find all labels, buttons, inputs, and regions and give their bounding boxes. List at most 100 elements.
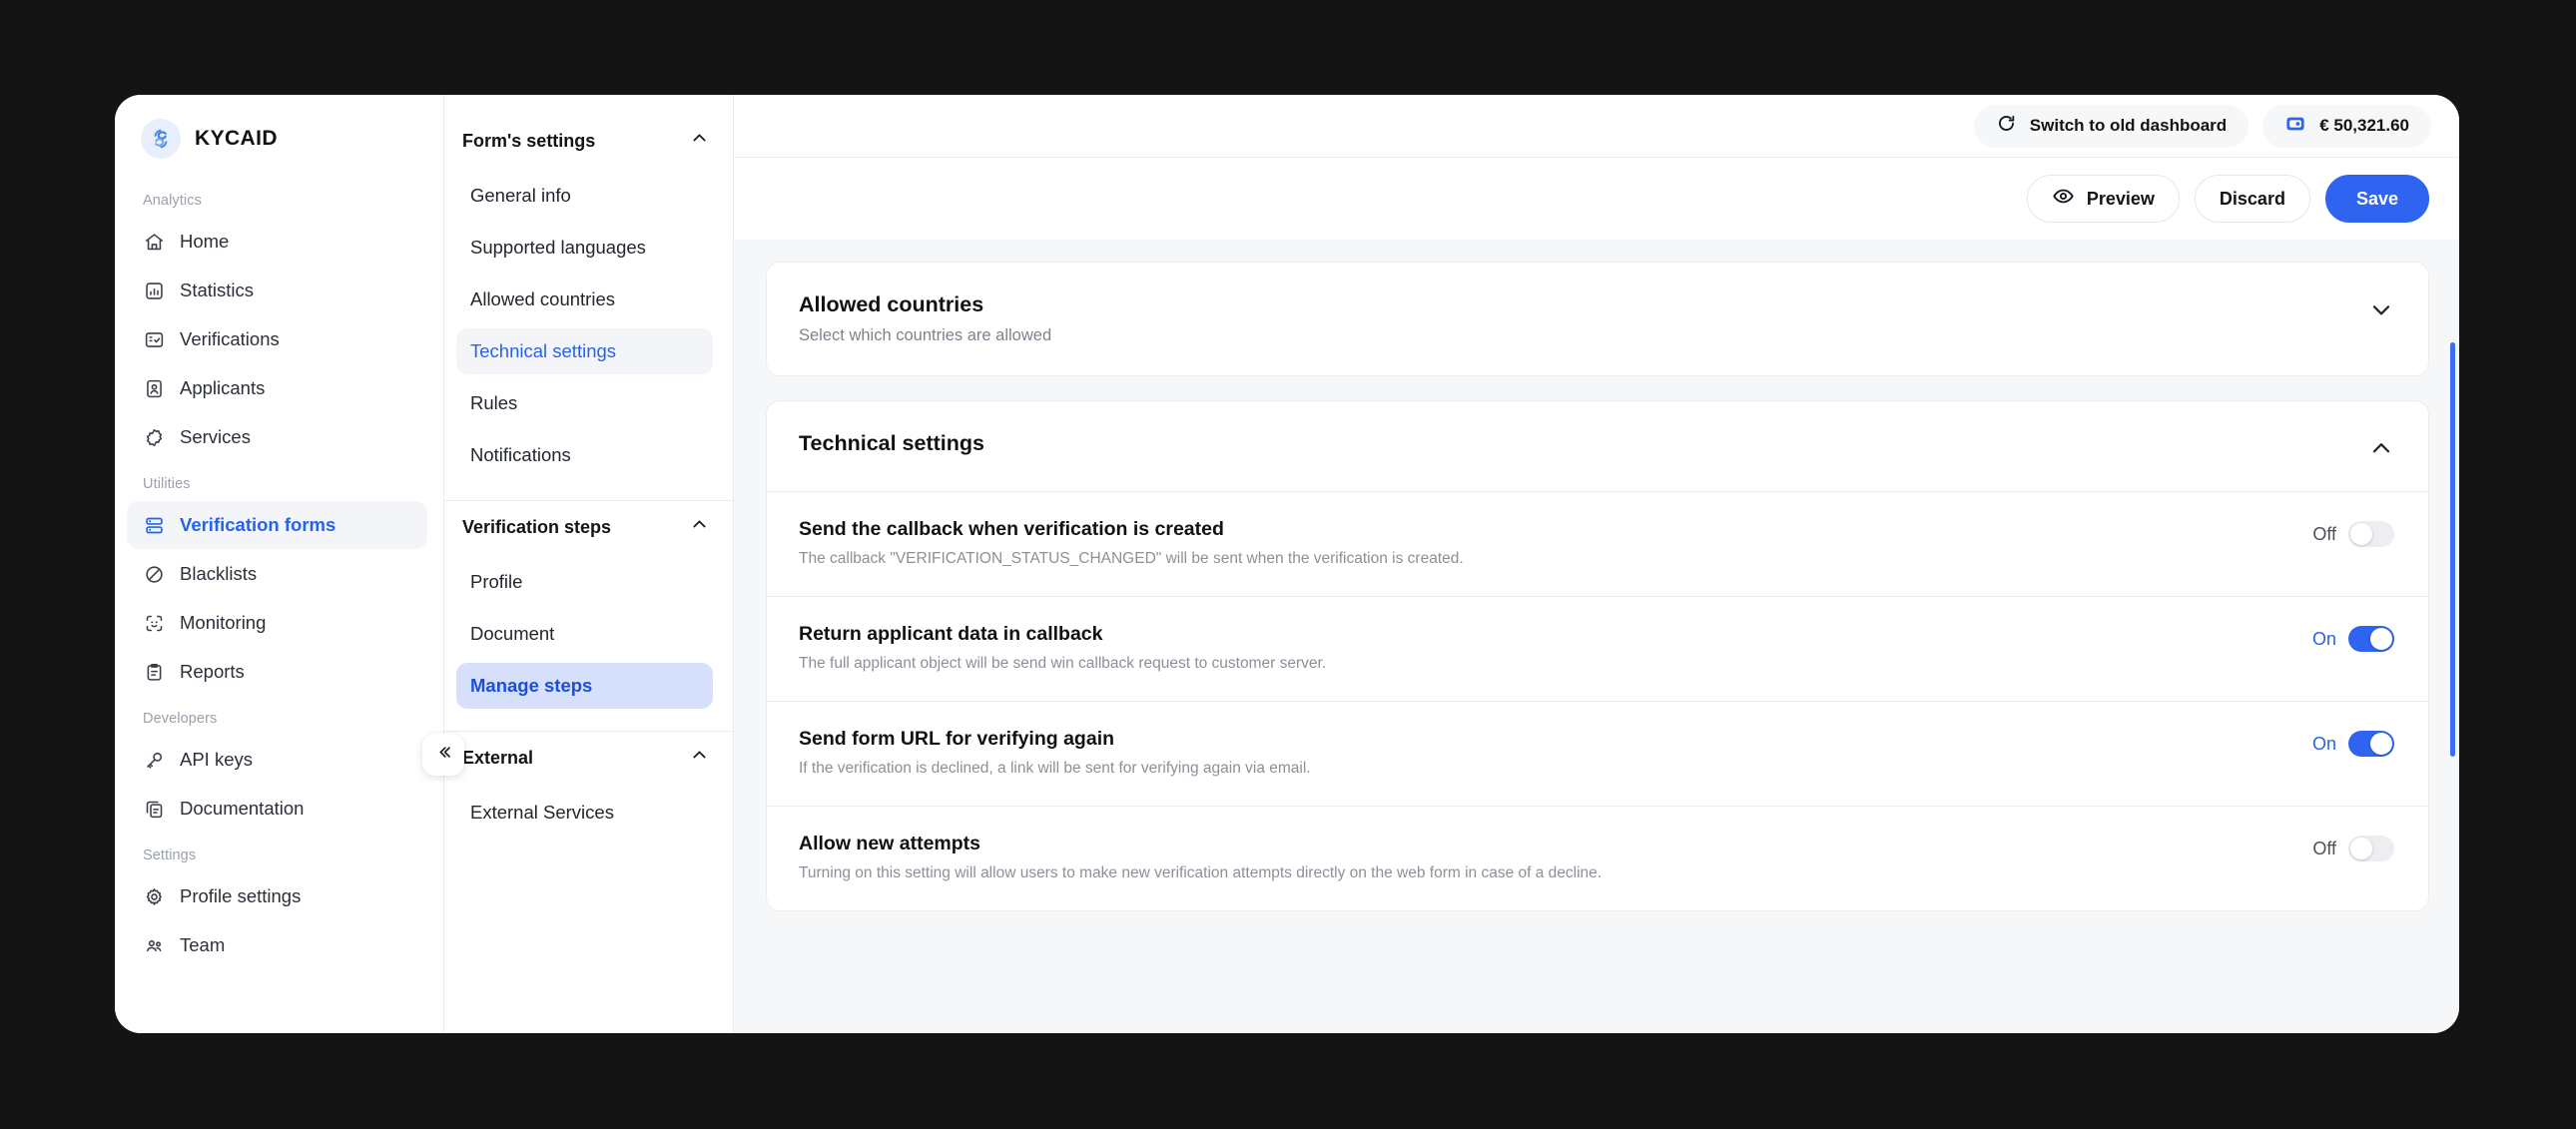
setting-toggle-group: Off	[2312, 833, 2394, 861]
wallet-icon	[2284, 113, 2306, 140]
sidebar-item-verification-forms[interactable]: Verification forms	[127, 501, 427, 549]
toggle-state-label: Off	[2312, 838, 2336, 858]
sidebar-item-label: Team	[180, 934, 226, 955]
nav-item-allowed-countries[interactable]: Allowed countries	[456, 277, 713, 322]
nav-group-label-utilities: Utilities	[143, 476, 191, 492]
sidebar-item-label: Reports	[180, 661, 245, 682]
nav-item-manage-steps[interactable]: Manage steps	[456, 663, 713, 709]
discard-button[interactable]: Discard	[2194, 175, 2310, 223]
switch-to-old-dashboard-button[interactable]: Switch to old dashboard	[1973, 104, 2250, 148]
forms-stack-icon	[143, 514, 165, 536]
nav-item-external-services[interactable]: External Services	[456, 790, 713, 836]
setting-row-return-applicant-data: Return applicant data in callback The fu…	[767, 596, 2428, 701]
nav-section-header-forms-settings[interactable]: Form's settings	[444, 115, 733, 167]
switch-to-old-dashboard-label: Switch to old dashboard	[2029, 116, 2228, 135]
sidebar-item-blacklists[interactable]: Blacklists	[127, 550, 427, 598]
sidebar-collapse-button[interactable]	[422, 734, 464, 776]
card-title: Allowed countries	[799, 292, 984, 316]
clipboard-icon	[143, 661, 165, 683]
toggle-state-label: Off	[2312, 523, 2336, 544]
gear-icon	[143, 885, 165, 907]
card-header-technical-settings[interactable]: Technical settings	[767, 401, 2428, 491]
nav-section-verification-steps: Verification steps Profile Document Mana…	[444, 501, 733, 732]
preview-label: Preview	[2086, 188, 2155, 209]
main-area: Switch to old dashboard € 50,321.60 Prev…	[734, 95, 2459, 1033]
sidebar-item-applicants[interactable]: Applicants	[127, 364, 427, 412]
sidebar-item-label: Verifications	[180, 328, 280, 349]
card-subtitle: Select which countries are allowed	[799, 326, 1052, 344]
nav-item-general-info[interactable]: General info	[456, 173, 713, 219]
preview-button[interactable]: Preview	[2026, 175, 2180, 223]
brand-name: KYCAID	[195, 127, 278, 150]
nav-group-label-analytics: Analytics	[143, 193, 202, 209]
toggle-state-label: On	[2311, 628, 2336, 649]
save-button[interactable]: Save	[2324, 175, 2429, 223]
sidebar-item-verifications[interactable]: Verifications	[127, 315, 427, 363]
chevron-up-icon	[690, 746, 709, 770]
actionbar: Preview Discard Save	[734, 158, 2459, 240]
toggle-knob	[2350, 838, 2372, 859]
chevron-double-left-icon	[434, 743, 453, 767]
wallet-balance-button[interactable]: € 50,321.60	[2262, 104, 2431, 148]
sidebar-item-label: Applicants	[180, 377, 266, 398]
sidebar-item-label: Home	[180, 231, 230, 252]
kycaid-swirl-icon	[141, 119, 181, 159]
sidebar-item-monitoring[interactable]: Monitoring	[127, 599, 427, 647]
toggle-switch[interactable]	[2348, 626, 2394, 652]
person-card-icon	[143, 377, 165, 399]
sidebar-item-home[interactable]: Home	[127, 218, 427, 266]
sidebar-item-profile-settings[interactable]: Profile settings	[127, 872, 427, 920]
setting-description: Turning on this setting will allow users…	[799, 864, 1603, 881]
wallet-balance-value: € 50,321.60	[2319, 116, 2409, 135]
primary-sidebar: KYCAID Analytics Home Statistics Verific…	[115, 95, 464, 1033]
setting-description: If the verification is declined, a link …	[799, 760, 1311, 777]
chevron-up-icon[interactable]	[2368, 435, 2394, 461]
toggle-switch[interactable]	[2348, 836, 2394, 861]
sidebar-item-api-keys[interactable]: API keys	[127, 736, 427, 784]
toggle-knob	[2370, 628, 2392, 650]
discard-label: Discard	[2219, 188, 2285, 209]
refresh-icon	[1996, 113, 2017, 139]
sidebar-item-label: Services	[180, 426, 251, 447]
toggle-switch[interactable]	[2348, 731, 2394, 757]
setting-row-send-callback-on-create: Send the callback when verification is c…	[767, 491, 2428, 596]
card-header-allowed-countries[interactable]: Allowed countries Select which countries…	[767, 263, 2428, 375]
toggle-state-label: On	[2311, 733, 2336, 754]
topbar: Switch to old dashboard € 50,321.60	[734, 95, 2459, 158]
sidebar-item-label: Verification forms	[180, 514, 336, 535]
nav-section-header-verification-steps[interactable]: Verification steps	[444, 501, 733, 553]
setting-title: Send form URL for verifying again	[799, 728, 1115, 750]
setting-toggle-group: On	[2312, 728, 2394, 757]
sidebar-item-reports[interactable]: Reports	[127, 648, 427, 696]
setting-title: Allow new attempts	[799, 833, 981, 854]
sidebar-item-documentation[interactable]: Documentation	[127, 785, 427, 833]
nav-item-notifications[interactable]: Notifications	[456, 432, 713, 478]
nav-item-supported-languages[interactable]: Supported languages	[456, 225, 713, 271]
nav-section-title: Verification steps	[462, 516, 612, 537]
sidebar-item-label: Monitoring	[180, 612, 267, 633]
nav-item-rules[interactable]: Rules	[456, 380, 713, 426]
chevron-down-icon[interactable]	[2368, 296, 2394, 322]
home-icon	[143, 231, 165, 253]
chart-box-icon	[143, 280, 165, 301]
nav-item-profile[interactable]: Profile	[456, 559, 713, 605]
app-window: KYCAID Analytics Home Statistics Verific…	[115, 95, 2459, 1033]
chevron-up-icon	[690, 129, 709, 153]
form-settings-nav-panel: Form's settings General info Supported l…	[444, 95, 734, 1033]
nav-item-document[interactable]: Document	[456, 611, 713, 657]
sidebar-item-services[interactable]: Services	[127, 413, 427, 461]
toggle-knob	[2350, 523, 2372, 545]
sidebar-item-statistics[interactable]: Statistics	[127, 267, 427, 314]
ban-circle-icon	[143, 563, 165, 585]
toggle-knob	[2370, 733, 2392, 755]
setting-row-send-form-url: Send form URL for verifying again If the…	[767, 701, 2428, 806]
sidebar-item-label: Profile settings	[180, 885, 302, 906]
nav-item-technical-settings[interactable]: Technical settings	[456, 328, 713, 374]
toggle-switch[interactable]	[2348, 521, 2394, 547]
puzzle-gear-icon	[143, 426, 165, 448]
settings-content: Allowed countries Select which countries…	[734, 240, 2459, 1033]
face-scan-icon	[143, 612, 165, 634]
nav-section-header-external[interactable]: External	[444, 732, 733, 784]
page-scrollbar[interactable]	[2450, 342, 2455, 757]
sidebar-item-team[interactable]: Team	[127, 921, 427, 969]
